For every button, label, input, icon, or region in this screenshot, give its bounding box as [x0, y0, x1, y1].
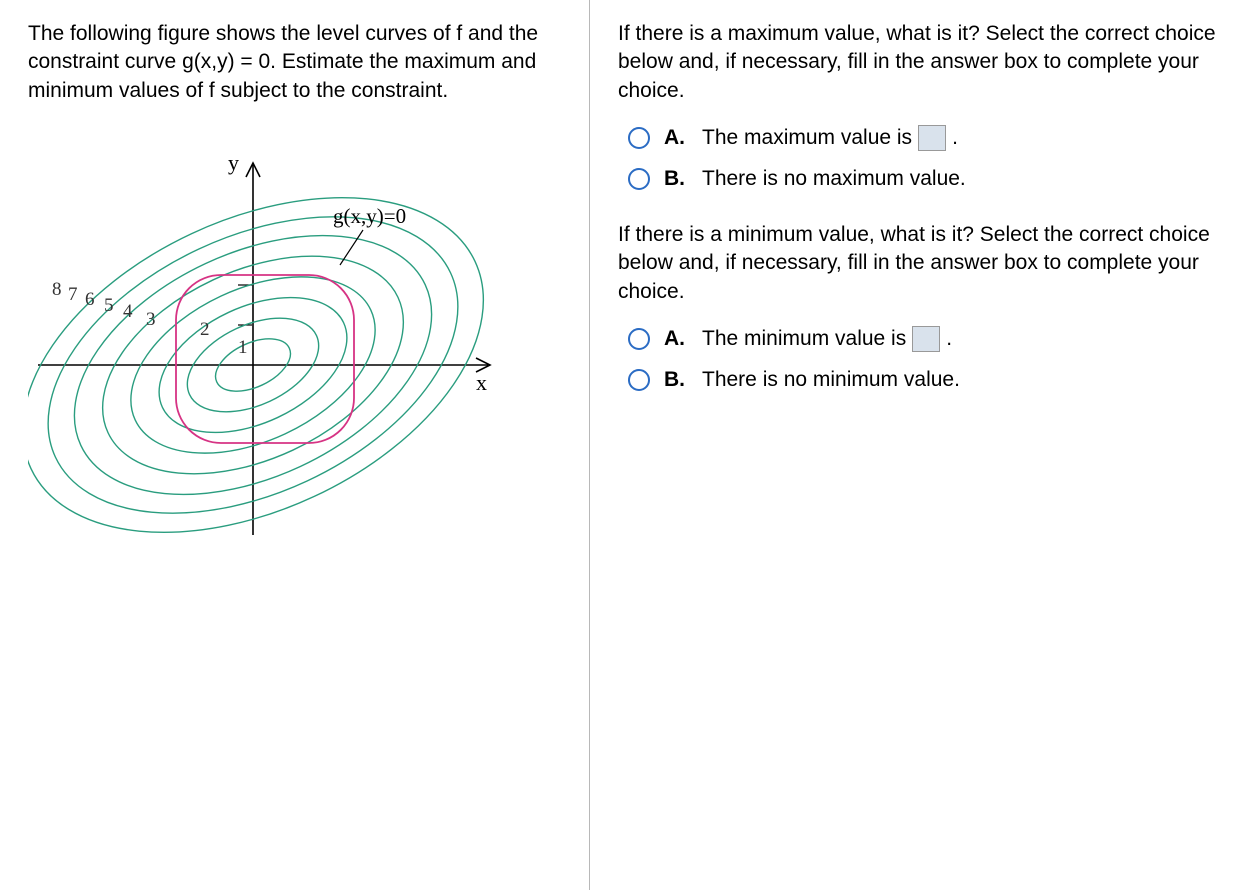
option-text: There is no minimum value. [702, 368, 960, 392]
answer-input-min[interactable] [912, 326, 940, 352]
right-column: If there is a maximum value, what is it?… [590, 0, 1244, 890]
option-letter: B. [664, 368, 688, 392]
option-letter: A. [664, 327, 688, 351]
option-letter: A. [664, 126, 688, 150]
radio-icon[interactable] [628, 168, 650, 190]
level-value: 4 [123, 301, 133, 322]
level-value: 2 [200, 319, 210, 340]
q1-prompt: If there is a maximum value, what is it?… [618, 20, 1216, 105]
q1-option-b[interactable]: B. There is no maximum value. [628, 167, 1216, 191]
level-value: 7 [68, 284, 78, 305]
option-text: The minimum value is . [702, 326, 952, 352]
y-axis-label: y [228, 150, 239, 175]
q2-option-b[interactable]: B. There is no minimum value. [628, 368, 1216, 392]
page-container: The following figure shows the level cur… [0, 0, 1244, 890]
level-value: 1 [238, 337, 248, 358]
option-text-pre: The maximum value is [702, 126, 912, 150]
figure-svg: y x g(x,y)=0 [28, 135, 498, 555]
radio-icon[interactable] [628, 369, 650, 391]
option-text-post: . [952, 126, 958, 150]
option-text: There is no maximum value. [702, 167, 966, 191]
answer-input-max[interactable] [918, 125, 946, 151]
option-letter: B. [664, 167, 688, 191]
q2-option-a[interactable]: A. The minimum value is . [628, 326, 1216, 352]
q1-option-a[interactable]: A. The maximum value is . [628, 125, 1216, 151]
question-maximum: If there is a maximum value, what is it?… [618, 20, 1216, 191]
option-text: The maximum value is . [702, 125, 958, 151]
x-axis-label: x [476, 370, 487, 395]
left-column: The following figure shows the level cur… [0, 0, 590, 890]
question-prompt-left: The following figure shows the level cur… [28, 20, 561, 105]
radio-icon[interactable] [628, 127, 650, 149]
level-curves-figure: y x g(x,y)=0 [28, 135, 498, 555]
level-value: 6 [85, 289, 95, 310]
radio-icon[interactable] [628, 328, 650, 350]
constraint-label: g(x,y)=0 [333, 204, 406, 228]
q2-prompt: If there is a minimum value, what is it?… [618, 221, 1216, 306]
option-text-pre: The minimum value is [702, 327, 906, 351]
level-value: 3 [146, 309, 156, 330]
level-value: 8 [52, 279, 62, 300]
level-value: 5 [104, 295, 114, 316]
question-minimum: If there is a minimum value, what is it?… [618, 221, 1216, 392]
option-text-post: . [946, 327, 952, 351]
